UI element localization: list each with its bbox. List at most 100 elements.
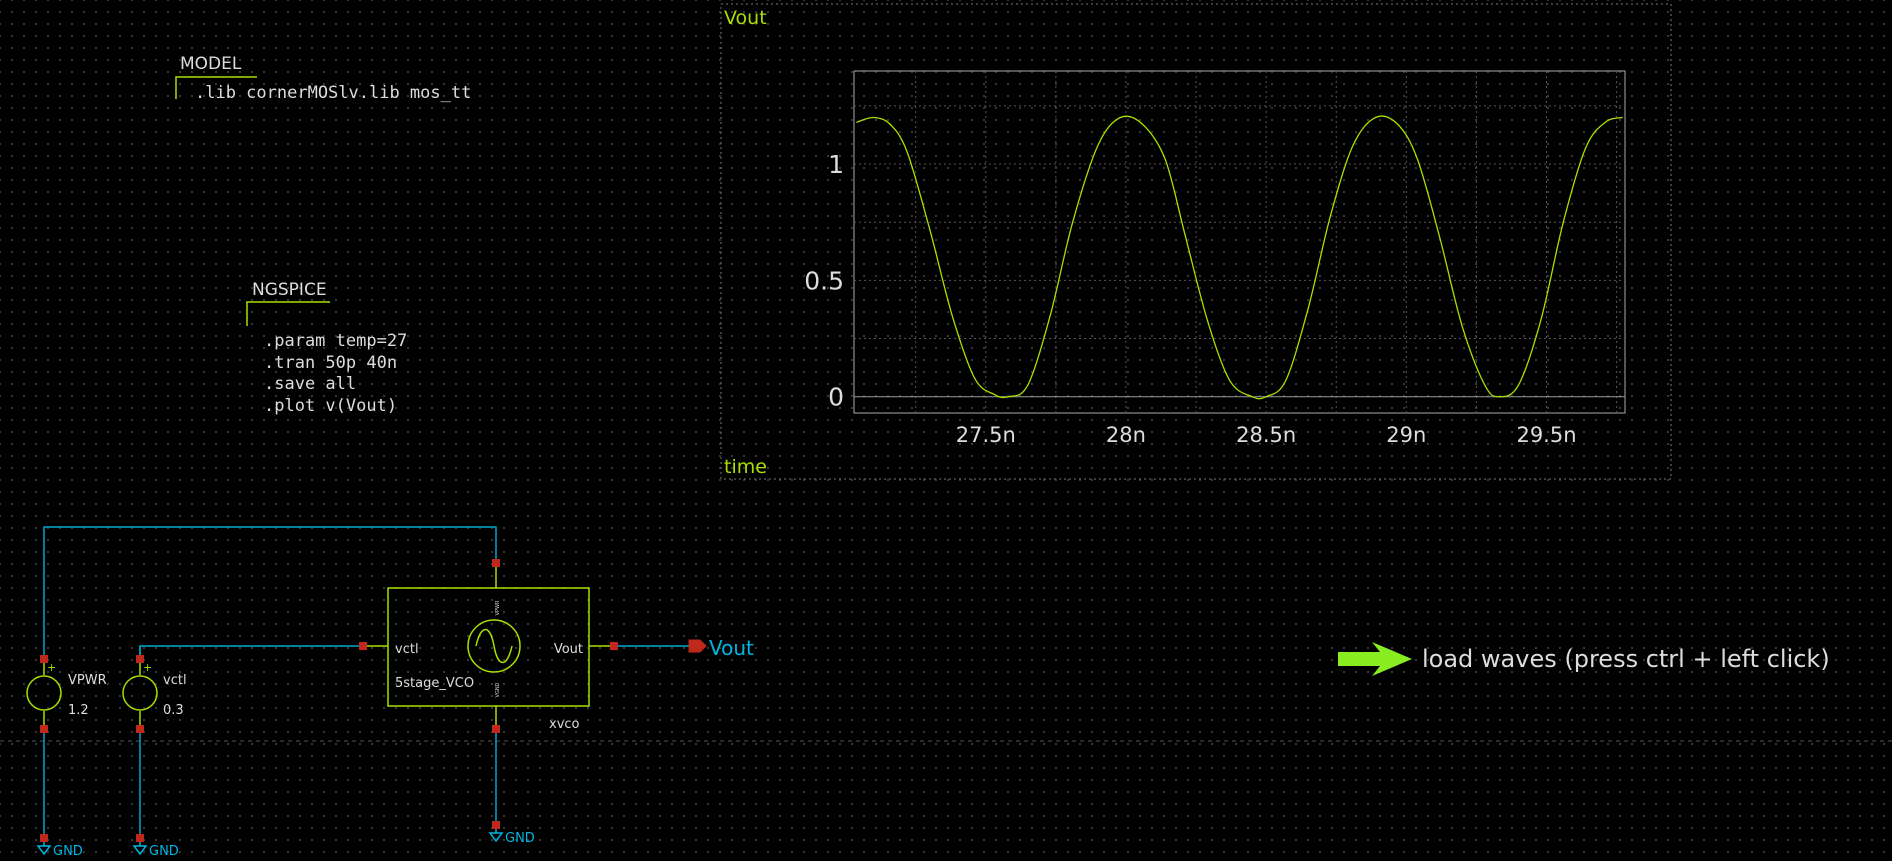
pin-marker	[40, 725, 48, 733]
pin-marker	[610, 642, 618, 650]
series-point	[1585, 147, 1587, 149]
series-point	[1184, 233, 1186, 235]
ngspice-line-param: .param temp=27	[264, 331, 407, 351]
plus-sign-icon: +	[47, 661, 56, 674]
vsource-vctl-symbol	[122, 675, 158, 711]
series-point	[1621, 116, 1623, 119]
pin-marker	[359, 642, 367, 650]
vco-symbol-name: 5stage_VCO	[395, 676, 474, 691]
vsource-vpwr-symbol	[26, 675, 62, 711]
ngspice-title: NGSPICE	[252, 280, 327, 300]
series-point	[1265, 396, 1267, 398]
series-point	[1562, 221, 1564, 223]
series-point	[1119, 116, 1121, 119]
x-axis-ticks: 27.5n 28n 28.5n 29n 29.5n	[956, 423, 1577, 447]
vco-pin-out-label: Vout	[554, 642, 583, 657]
sine-wave-icon	[475, 628, 513, 664]
plot-grid	[854, 71, 1625, 413]
series-point	[1416, 158, 1419, 161]
x-tick-label: 28.5n	[1236, 423, 1296, 447]
gnd-vpwr[interactable]: GND	[36, 834, 83, 859]
ground-icon	[36, 845, 52, 856]
wires	[43, 526, 690, 839]
series-point	[993, 393, 995, 395]
pin-marker	[492, 725, 500, 733]
load-waves-launcher[interactable]: load waves (press ctrl + left click)	[1338, 642, 1830, 676]
series-point	[1027, 384, 1029, 386]
series-point	[1206, 319, 1208, 321]
ngspice-line-save: .save all	[264, 374, 356, 394]
model-line: .lib cornerMOSlv.lib mos_tt	[195, 83, 471, 103]
vsource-vpwr[interactable]: + VPWR 1.2	[26, 655, 107, 733]
series-point	[1461, 326, 1463, 328]
vco-pin-in-label: vctl	[395, 642, 419, 657]
vco-instance-name: xvco	[549, 717, 580, 732]
series-point	[856, 121, 858, 123]
series-point	[1352, 144, 1354, 147]
series-point	[1498, 396, 1500, 398]
plot-area	[853, 70, 1626, 414]
vco-block[interactable]: vctl Vout 5stage_VCO xvco VPWR VGND	[359, 559, 618, 733]
series-point	[1072, 221, 1074, 223]
ground-icon	[488, 832, 504, 843]
ngspice-bracket	[246, 301, 330, 326]
gnd-label: GND	[149, 844, 179, 859]
ground-icon	[132, 845, 148, 856]
gnd-vco[interactable]: GND	[488, 821, 535, 846]
vout-net-label[interactable]: Vout	[688, 636, 754, 660]
schematic-canvas[interactable]: MODEL .lib cornerMOSlv.lib mos_tt NGSPIC…	[0, 0, 1892, 861]
wire-vpwr-net	[43, 526, 497, 660]
graph-x-label: time	[724, 456, 767, 478]
graph-signal-label[interactable]: Vout	[724, 7, 767, 29]
y-tick-label: 1	[828, 150, 844, 179]
series-point	[1484, 384, 1486, 386]
series-point	[973, 377, 976, 379]
y-axis-ticks: 00.51	[804, 150, 844, 412]
wire-vctl-net	[139, 645, 364, 660]
series-point	[1604, 121, 1606, 123]
series-point	[1517, 384, 1520, 386]
vctl-value: 0.3	[163, 703, 184, 718]
series-point	[1374, 116, 1377, 119]
series-point	[1097, 144, 1099, 147]
gnd-label: GND	[53, 844, 83, 859]
series-point	[1439, 237, 1441, 240]
pin-marker	[136, 725, 144, 733]
pin-marker	[492, 821, 500, 829]
series-point	[951, 314, 953, 316]
model-block[interactable]: MODEL .lib cornerMOSlv.lib mos_tt	[175, 54, 471, 103]
y-tick-label: 0.5	[804, 266, 844, 295]
series-points	[856, 116, 1623, 398]
pin-marker	[492, 559, 500, 567]
series-point	[873, 116, 875, 119]
output-pin-icon	[688, 639, 707, 653]
series-point	[889, 123, 892, 126]
gnd-vctl[interactable]: GND	[132, 834, 179, 859]
series-point	[1142, 123, 1144, 126]
series-point	[1285, 379, 1287, 382]
ngspice-line-plot: .plot v(Vout)	[264, 396, 397, 416]
x-tick-label: 27.5n	[956, 423, 1016, 447]
series-point	[1397, 123, 1399, 126]
x-tick-label: 29n	[1386, 423, 1426, 447]
vsource-vctl[interactable]: + vctl 0.3	[122, 655, 187, 733]
arrow-right-icon[interactable]	[1338, 642, 1412, 676]
gnd-label: GND	[505, 831, 535, 846]
vpwr-value: 1.2	[68, 703, 89, 718]
load-waves-text[interactable]: load waves (press ctrl + left click)	[1422, 645, 1830, 673]
waveform-graph[interactable]: Vout time 00.51 27.5n 28n 28.5n 29n 29.5n	[720, 3, 1672, 480]
pin-marker	[40, 655, 48, 663]
series-point	[1007, 396, 1009, 398]
x-tick-label: 29.5n	[1516, 423, 1576, 447]
series-point	[1049, 314, 1051, 316]
vpwr-name: VPWR	[68, 673, 107, 688]
series-point	[1251, 396, 1253, 398]
y-tick-label: 0	[828, 383, 844, 412]
ngspice-block[interactable]: NGSPICE .param temp=27 .tran 50p 40n .sa…	[246, 280, 407, 416]
series-point	[1330, 214, 1332, 216]
series-point	[906, 151, 908, 154]
vout-label-text: Vout	[709, 636, 754, 660]
series-point	[1164, 158, 1166, 161]
series-point	[1307, 307, 1309, 309]
vco-pin-top-label: VPWR	[495, 600, 501, 615]
